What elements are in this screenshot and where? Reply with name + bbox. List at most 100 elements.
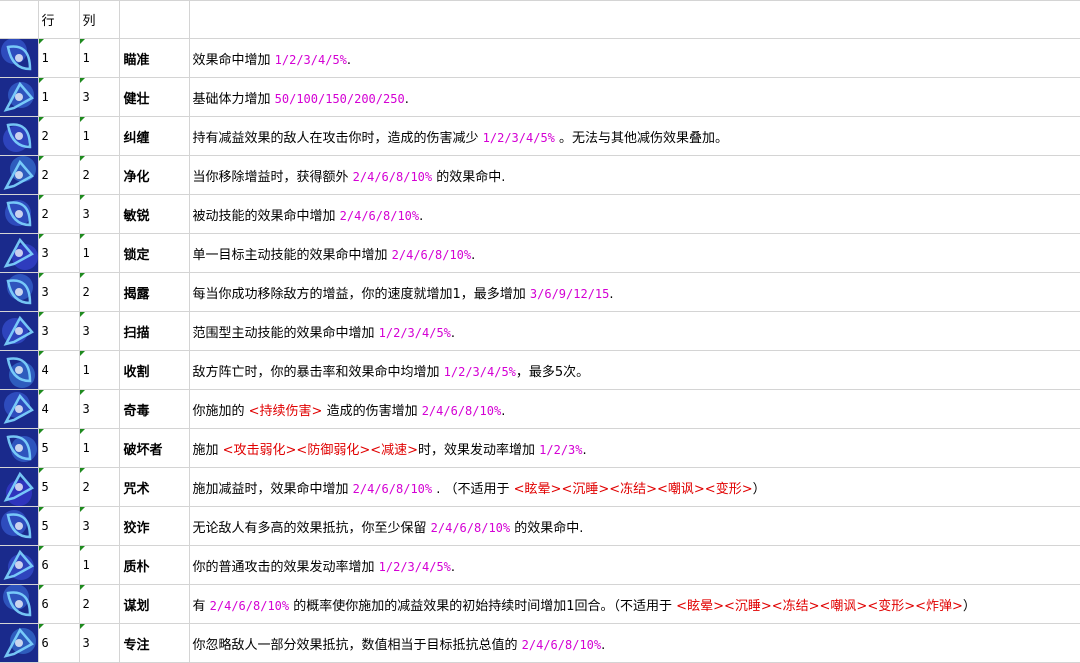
talent-name-cell[interactable]: 锁定 xyxy=(118,233,190,273)
col-number-cell[interactable]: 2 xyxy=(78,467,120,507)
talent-icon-cell[interactable] xyxy=(0,194,39,234)
talent-icon-cell[interactable] xyxy=(0,545,39,585)
row-number-cell[interactable]: 2 xyxy=(37,116,80,156)
row-number-cell[interactable]: 5 xyxy=(37,428,80,468)
talent-desc-cell[interactable]: 被动技能的效果命中增加 2/4/6/8/10%. xyxy=(188,194,1080,234)
desc-keyword: <眩晕><沉睡><冻结><嘲讽><变形> xyxy=(513,481,753,497)
row-number: 6 xyxy=(41,635,49,650)
col-number-cell[interactable]: 3 xyxy=(78,194,120,234)
talent-icon-cell[interactable] xyxy=(0,38,39,78)
talent-desc-cell[interactable]: 效果命中增加 1/2/3/4/5%. xyxy=(188,38,1080,78)
row-number-cell[interactable]: 4 xyxy=(37,389,80,429)
talent-desc-cell[interactable]: 有 2/4/6/8/10% 的概率使你施加的减益效果的初始持续时间增加1回合。（… xyxy=(188,584,1080,624)
row-number-cell[interactable]: 6 xyxy=(37,584,80,624)
header-row-label[interactable]: 行 xyxy=(37,0,80,39)
header-corner-cell[interactable] xyxy=(0,0,39,39)
talent-name-cell[interactable]: 健壮 xyxy=(118,77,190,117)
talent-icon-cell[interactable] xyxy=(0,389,39,429)
row-number-cell[interactable]: 3 xyxy=(37,272,80,312)
table-row: 3 3 扫描 范围型主动技能的效果命中增加 1/2/3/4/5%. xyxy=(0,311,1080,351)
strength-arm-icon xyxy=(0,78,37,116)
talent-name-cell[interactable]: 扫描 xyxy=(118,311,190,351)
talent-icon-cell[interactable] xyxy=(0,350,39,390)
col-number: 3 xyxy=(82,206,90,221)
talent-name-cell[interactable]: 专注 xyxy=(118,623,190,663)
talent-name-cell[interactable]: 瞄准 xyxy=(118,38,190,78)
row-number-cell[interactable]: 1 xyxy=(37,38,80,78)
col-number-cell[interactable]: 3 xyxy=(78,623,120,663)
talent-desc-cell[interactable]: 基础体力增加 50/100/150/200/250. xyxy=(188,77,1080,117)
col-number-cell[interactable]: 1 xyxy=(78,350,120,390)
col-number-cell[interactable]: 1 xyxy=(78,116,120,156)
talent-name-cell[interactable]: 咒术 xyxy=(118,467,190,507)
row-number-cell[interactable]: 5 xyxy=(37,506,80,546)
talent-name-cell[interactable]: 净化 xyxy=(118,155,190,195)
talent-name-cell[interactable]: 破坏者 xyxy=(118,428,190,468)
col-number-cell[interactable]: 2 xyxy=(78,155,120,195)
talent-desc-cell[interactable]: 施加 <攻击弱化><防御弱化><减速>时，效果发动率增加 1/2/3%. xyxy=(188,428,1080,468)
row-number-cell[interactable]: 6 xyxy=(37,623,80,663)
col-number-cell[interactable]: 1 xyxy=(78,545,120,585)
talent-name-cell[interactable]: 收割 xyxy=(118,350,190,390)
talent-icon-cell[interactable] xyxy=(0,428,39,468)
row-number-cell[interactable]: 2 xyxy=(37,194,80,234)
talent-icon-cell[interactable] xyxy=(0,506,39,546)
header-col-label[interactable]: 列 xyxy=(78,0,120,39)
row-number-cell[interactable]: 4 xyxy=(37,350,80,390)
talent-desc-cell[interactable]: 施加减益时，效果命中增加 2/4/6/8/10% . （不适用于 <眩晕><沉睡… xyxy=(188,467,1080,507)
talent-desc-cell[interactable]: 你忽略敌人一部分效果抵抗，数值相当于目标抵抗总值的 2/4/6/8/10%. xyxy=(188,623,1080,663)
talent-icon-cell[interactable] xyxy=(0,77,39,117)
number-stored-as-text-marker xyxy=(80,195,85,200)
talent-name-cell[interactable]: 奇毒 xyxy=(118,389,190,429)
col-number-cell[interactable]: 1 xyxy=(78,233,120,273)
talent-icon-cell[interactable] xyxy=(0,467,39,507)
col-number-cell[interactable]: 3 xyxy=(78,389,120,429)
col-number-cell[interactable]: 1 xyxy=(78,38,120,78)
talent-icon-cell[interactable] xyxy=(0,272,39,312)
talent-name-cell[interactable]: 谋划 xyxy=(118,584,190,624)
talent-desc-cell[interactable]: 当你移除增益时，获得额外 2/4/6/8/10% 的效果命中. xyxy=(188,155,1080,195)
row-number-cell[interactable]: 3 xyxy=(37,233,80,273)
talent-desc-cell[interactable]: 无论敌人有多高的效果抵抗，你至少保留 2/4/6/8/10% 的效果命中. xyxy=(188,506,1080,546)
talent-name-cell[interactable]: 纠缠 xyxy=(118,116,190,156)
talent-desc-cell[interactable]: 单一目标主动技能的效果命中增加 2/4/6/8/10%. xyxy=(188,233,1080,273)
number-stored-as-text-marker xyxy=(80,273,85,278)
talent-icon-cell[interactable] xyxy=(0,233,39,273)
talent-icon-cell[interactable] xyxy=(0,155,39,195)
col-number-cell[interactable]: 2 xyxy=(78,584,120,624)
col-number-cell[interactable]: 3 xyxy=(78,506,120,546)
talent-icon-cell[interactable] xyxy=(0,584,39,624)
talent-name-cell[interactable]: 质朴 xyxy=(118,545,190,585)
row-number-cell[interactable]: 5 xyxy=(37,467,80,507)
talent-name-cell[interactable]: 狡诈 xyxy=(118,506,190,546)
header-desc-cell[interactable] xyxy=(188,0,1080,39)
talent-name-cell[interactable]: 敏锐 xyxy=(118,194,190,234)
number-stored-as-text-marker xyxy=(39,117,44,122)
table-row: 6 2 谋划有 2/4/6/8/10% 的概率使你施加的减益效果的初始持续时间增加1… xyxy=(0,584,1080,624)
talent-desc-cell[interactable]: 你的普通攻击的效果发动率增加 1/2/3/4/5%. xyxy=(188,545,1080,585)
talent-desc-cell[interactable]: 敌方阵亡时，你的暴击率和效果命中均增加 1/2/3/4/5%，最多5次。 xyxy=(188,350,1080,390)
desc-value: 2/4/6/8/10% xyxy=(521,637,602,652)
col-number-cell[interactable]: 2 xyxy=(78,272,120,312)
desc-text: . （不适用于 xyxy=(432,481,514,497)
desc-value: 2/4/6/8/10% xyxy=(352,481,433,496)
col-number-cell[interactable]: 3 xyxy=(78,77,120,117)
row-number-cell[interactable]: 6 xyxy=(37,545,80,585)
row-number-cell[interactable]: 3 xyxy=(37,311,80,351)
talent-icon-cell[interactable] xyxy=(0,623,39,663)
header-name-cell[interactable] xyxy=(118,0,190,39)
talent-desc-cell[interactable]: 每当你成功移除敌方的增益，你的速度就增加1，最多增加 3/6/9/12/15. xyxy=(188,272,1080,312)
talent-desc-cell[interactable]: 持有减益效果的敌人在攻击你时，造成的伤害减少 1/2/3/4/5% 。无法与其他… xyxy=(188,116,1080,156)
talent-name-cell[interactable]: 揭露 xyxy=(118,272,190,312)
row-number: 5 xyxy=(41,518,49,533)
desc-text: . xyxy=(346,52,352,68)
talent-desc-cell[interactable]: 你施加的 <持续伤害> 造成的伤害增加 2/4/6/8/10%. xyxy=(188,389,1080,429)
talent-icon-cell[interactable] xyxy=(0,116,39,156)
row-number-cell[interactable]: 2 xyxy=(37,155,80,195)
row-number-cell[interactable]: 1 xyxy=(37,77,80,117)
col-number-cell[interactable]: 3 xyxy=(78,311,120,351)
talent-icon-cell[interactable] xyxy=(0,311,39,351)
col-number-cell[interactable]: 1 xyxy=(78,428,120,468)
talent-desc-cell[interactable]: 范围型主动技能的效果命中增加 1/2/3/4/5%. xyxy=(188,311,1080,351)
row-number: 6 xyxy=(41,596,49,611)
